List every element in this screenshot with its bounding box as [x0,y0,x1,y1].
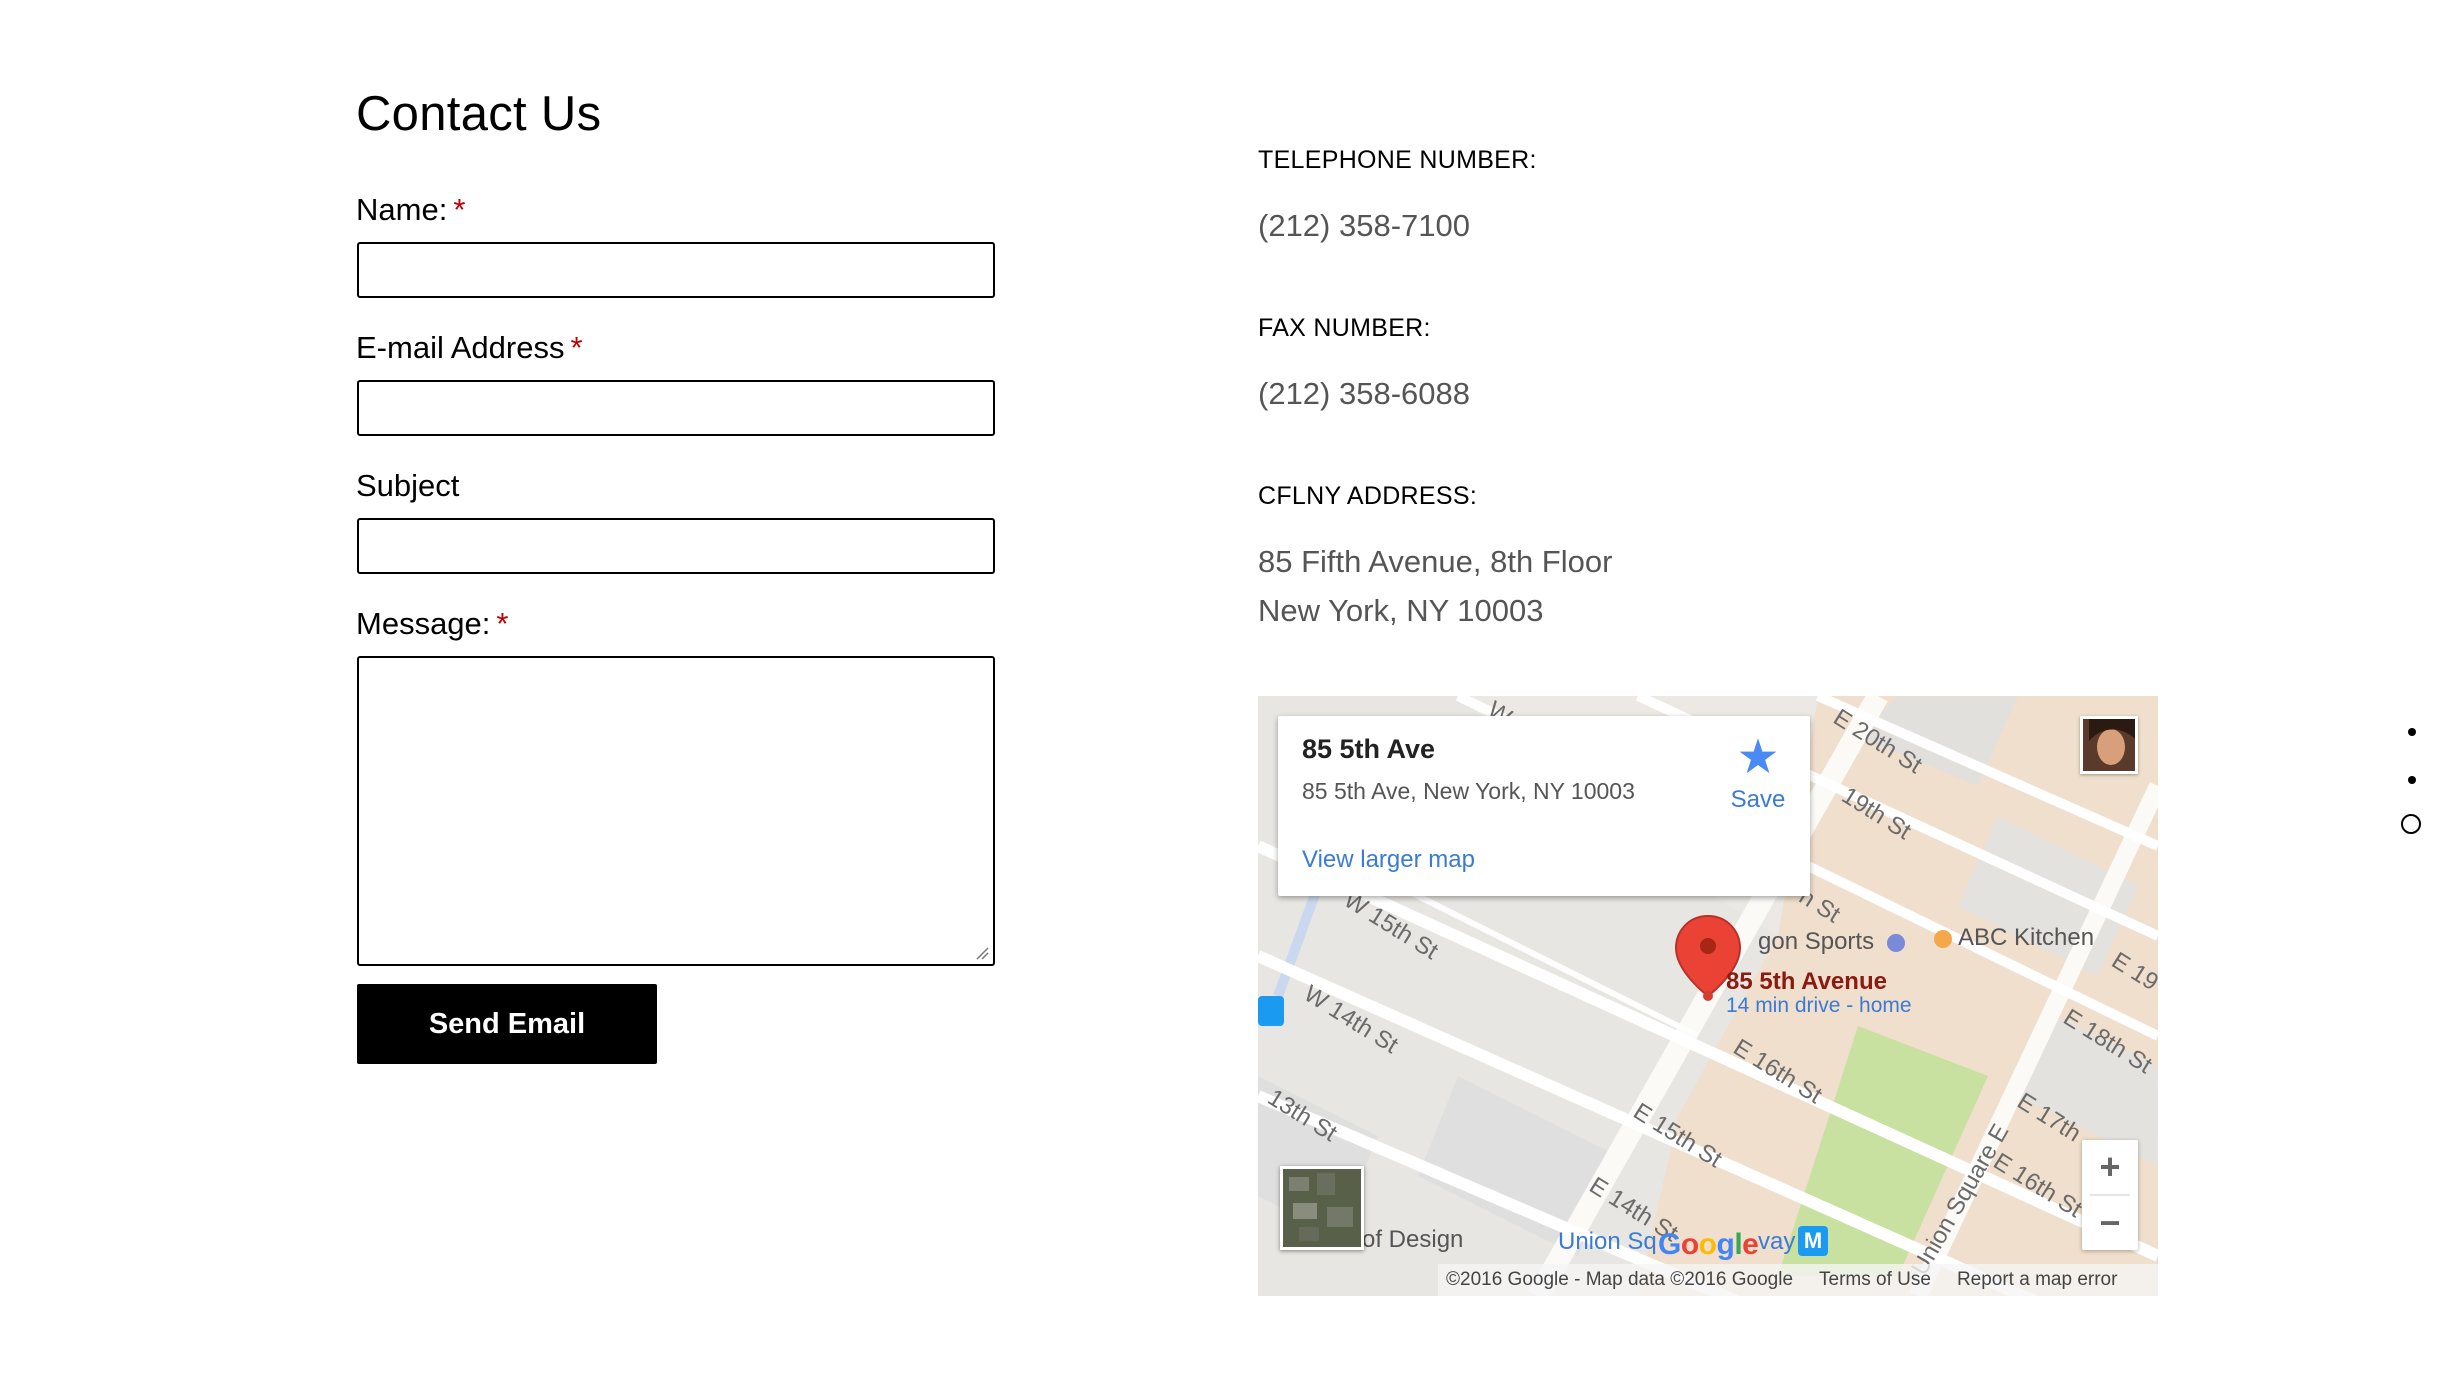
email-input[interactable] [357,380,995,436]
resize-grip-icon[interactable] [975,946,989,960]
address-line-1: 85 Fifth Avenue, 8th Floor [1258,544,1613,579]
telephone-value: (212) 358-7100 [1258,208,1470,243]
subject-input[interactable] [357,518,995,574]
save-label: Save [1730,786,1786,813]
poi-union-sq: Union Sq [1558,1228,1657,1255]
name-input[interactable] [357,242,995,298]
nav-dot-active[interactable] [2401,814,2421,834]
required-marker: * [496,606,509,641]
page-title: Contact Us [356,87,602,141]
zoom-out-button[interactable]: − [2082,1196,2138,1250]
embedded-map[interactable]: W 15th St W 14th St 13th St E 20th St 19… [1258,696,2158,1296]
name-label-text: Name: [356,192,448,227]
message-label: Message: * [356,604,508,644]
map-copyright: ©2016 Google - Map data ©2016 Google [1446,1269,1794,1290]
nav-dot[interactable] [2408,728,2416,736]
email-label-text: E-mail Address [356,330,565,365]
avatar[interactable] [2080,716,2138,774]
google-logo: Google [1658,1228,1759,1261]
terms-of-use-link[interactable]: Terms of Use [1819,1269,1931,1291]
bus-icon[interactable] [1258,996,1284,1026]
message-textarea[interactable] [357,656,995,966]
poi-subway-way: vay [1758,1228,1796,1255]
map-footer: ©2016 Google - Map data ©2016 Google Ter… [1438,1264,2158,1296]
poi-abc-label: ABC Kitchen [1958,924,2095,951]
poi-sports-label: gon Sports [1758,928,1875,955]
name-label: Name: * [356,190,465,230]
star-icon: ★ [1736,731,1780,784]
send-email-button[interactable]: Send Email [357,984,657,1064]
required-marker: * [570,330,583,365]
address-label: CFLNY ADDRESS: [1258,482,1478,510]
satellite-toggle[interactable] [1280,1166,1364,1250]
fax-label: FAX NUMBER: [1258,314,1431,342]
subway-icon[interactable]: M [1798,1226,1828,1256]
message-label-text: Message: [356,606,491,641]
fax-value: (212) 358-6088 [1258,376,1470,411]
zoom-in-button[interactable]: + [2082,1140,2138,1194]
contact-form: Contact Us Name: * E-mail Address * Subjec… [356,84,1056,1064]
place-address: 85 5th Ave, New York, NY 10003 [1302,778,1635,804]
required-marker: * [453,192,466,227]
shopping-icon [1886,933,1905,952]
view-larger-map-link[interactable]: View larger map [1302,846,1475,874]
subject-label: Subject [356,466,459,506]
section-nav-dots [2400,714,2430,844]
zoom-controls: + − [2082,1140,2138,1250]
pin-title: 85 5th Avenue [1726,968,1887,995]
poi-abc-kitchen: ABC Kitchen [1934,924,2094,952]
address-line-2: New York, NY 10003 [1258,593,1544,628]
subject-label-text: Subject [356,468,460,503]
restaurant-icon [1934,929,1952,948]
nav-dot[interactable] [2408,776,2416,784]
save-place-button[interactable]: ★ Save [1726,732,1790,814]
report-map-error-link[interactable]: Report a map error [1957,1269,2118,1291]
place-title: 85 5th Ave [1302,734,1436,764]
poi-design: of Design [1362,1226,1464,1253]
email-label: E-mail Address * [356,328,583,368]
place-info-card: 85 5th Ave 85 5th Ave, New York, NY 1000… [1278,716,1810,896]
pin-subtitle: 14 min drive - home [1726,994,1912,1017]
poi-sports: gon Sports [1758,928,1905,956]
telephone-label: TELEPHONE NUMBER: [1258,146,1537,174]
